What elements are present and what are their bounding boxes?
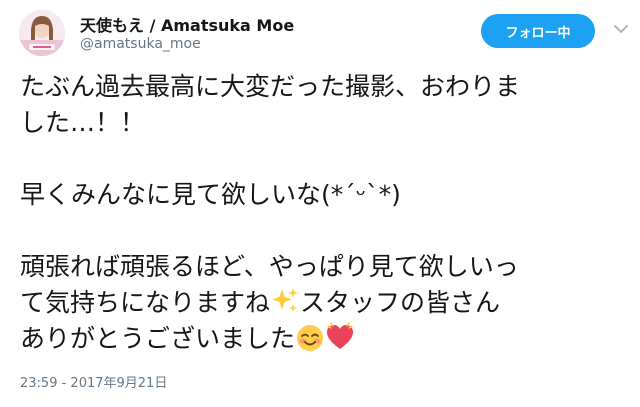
chevron-down-icon xyxy=(614,24,628,33)
heart-icon xyxy=(327,322,354,349)
tweet-timestamp[interactable]: 23:59 - 2017年9月21日 xyxy=(20,372,167,391)
sparkles-icon xyxy=(272,288,299,312)
tweet-text: たぶん過去最高に大変だった撮影、おわりま した…！！ 早くみんなに見て欲しいな(… xyxy=(20,69,630,357)
avatar[interactable] xyxy=(19,10,65,56)
tweet-line: 早くみんなに見て欲しいな(*ˊᵕˋ*) xyxy=(20,180,401,209)
more-options-button[interactable] xyxy=(612,20,630,38)
smiling-face-icon xyxy=(297,325,324,351)
tweet-line: ありがとうございました xyxy=(20,321,630,357)
following-button[interactable]: フォロー中 xyxy=(481,14,595,48)
tweet-line-segment: て気持ちになりますね xyxy=(20,288,271,317)
user-handle[interactable]: @amatsuka_moe xyxy=(80,36,201,52)
tweet-line: した…！！ xyxy=(20,108,146,137)
tweet-card: 天使もえ / Amatsuka Moe @amatsuka_moe フォロー中 … xyxy=(0,0,640,407)
tweet-line: 頑張れば頑張るほど、やっぱり見て欲しいっ xyxy=(20,252,519,281)
tweet-line-segment: ありがとうございました xyxy=(20,324,296,353)
tweet-line: て気持ちになりますね スタッフの皆さん xyxy=(20,285,630,321)
tweet-blank-line xyxy=(20,213,630,249)
tweet-line-segment: スタッフの皆さん xyxy=(300,288,501,317)
avatar-image xyxy=(19,10,65,56)
display-name[interactable]: 天使もえ / Amatsuka Moe xyxy=(80,12,294,36)
tweet-line: たぶん過去最高に大変だった撮影、おわりま xyxy=(20,72,521,101)
tweet-blank-line xyxy=(20,141,630,177)
